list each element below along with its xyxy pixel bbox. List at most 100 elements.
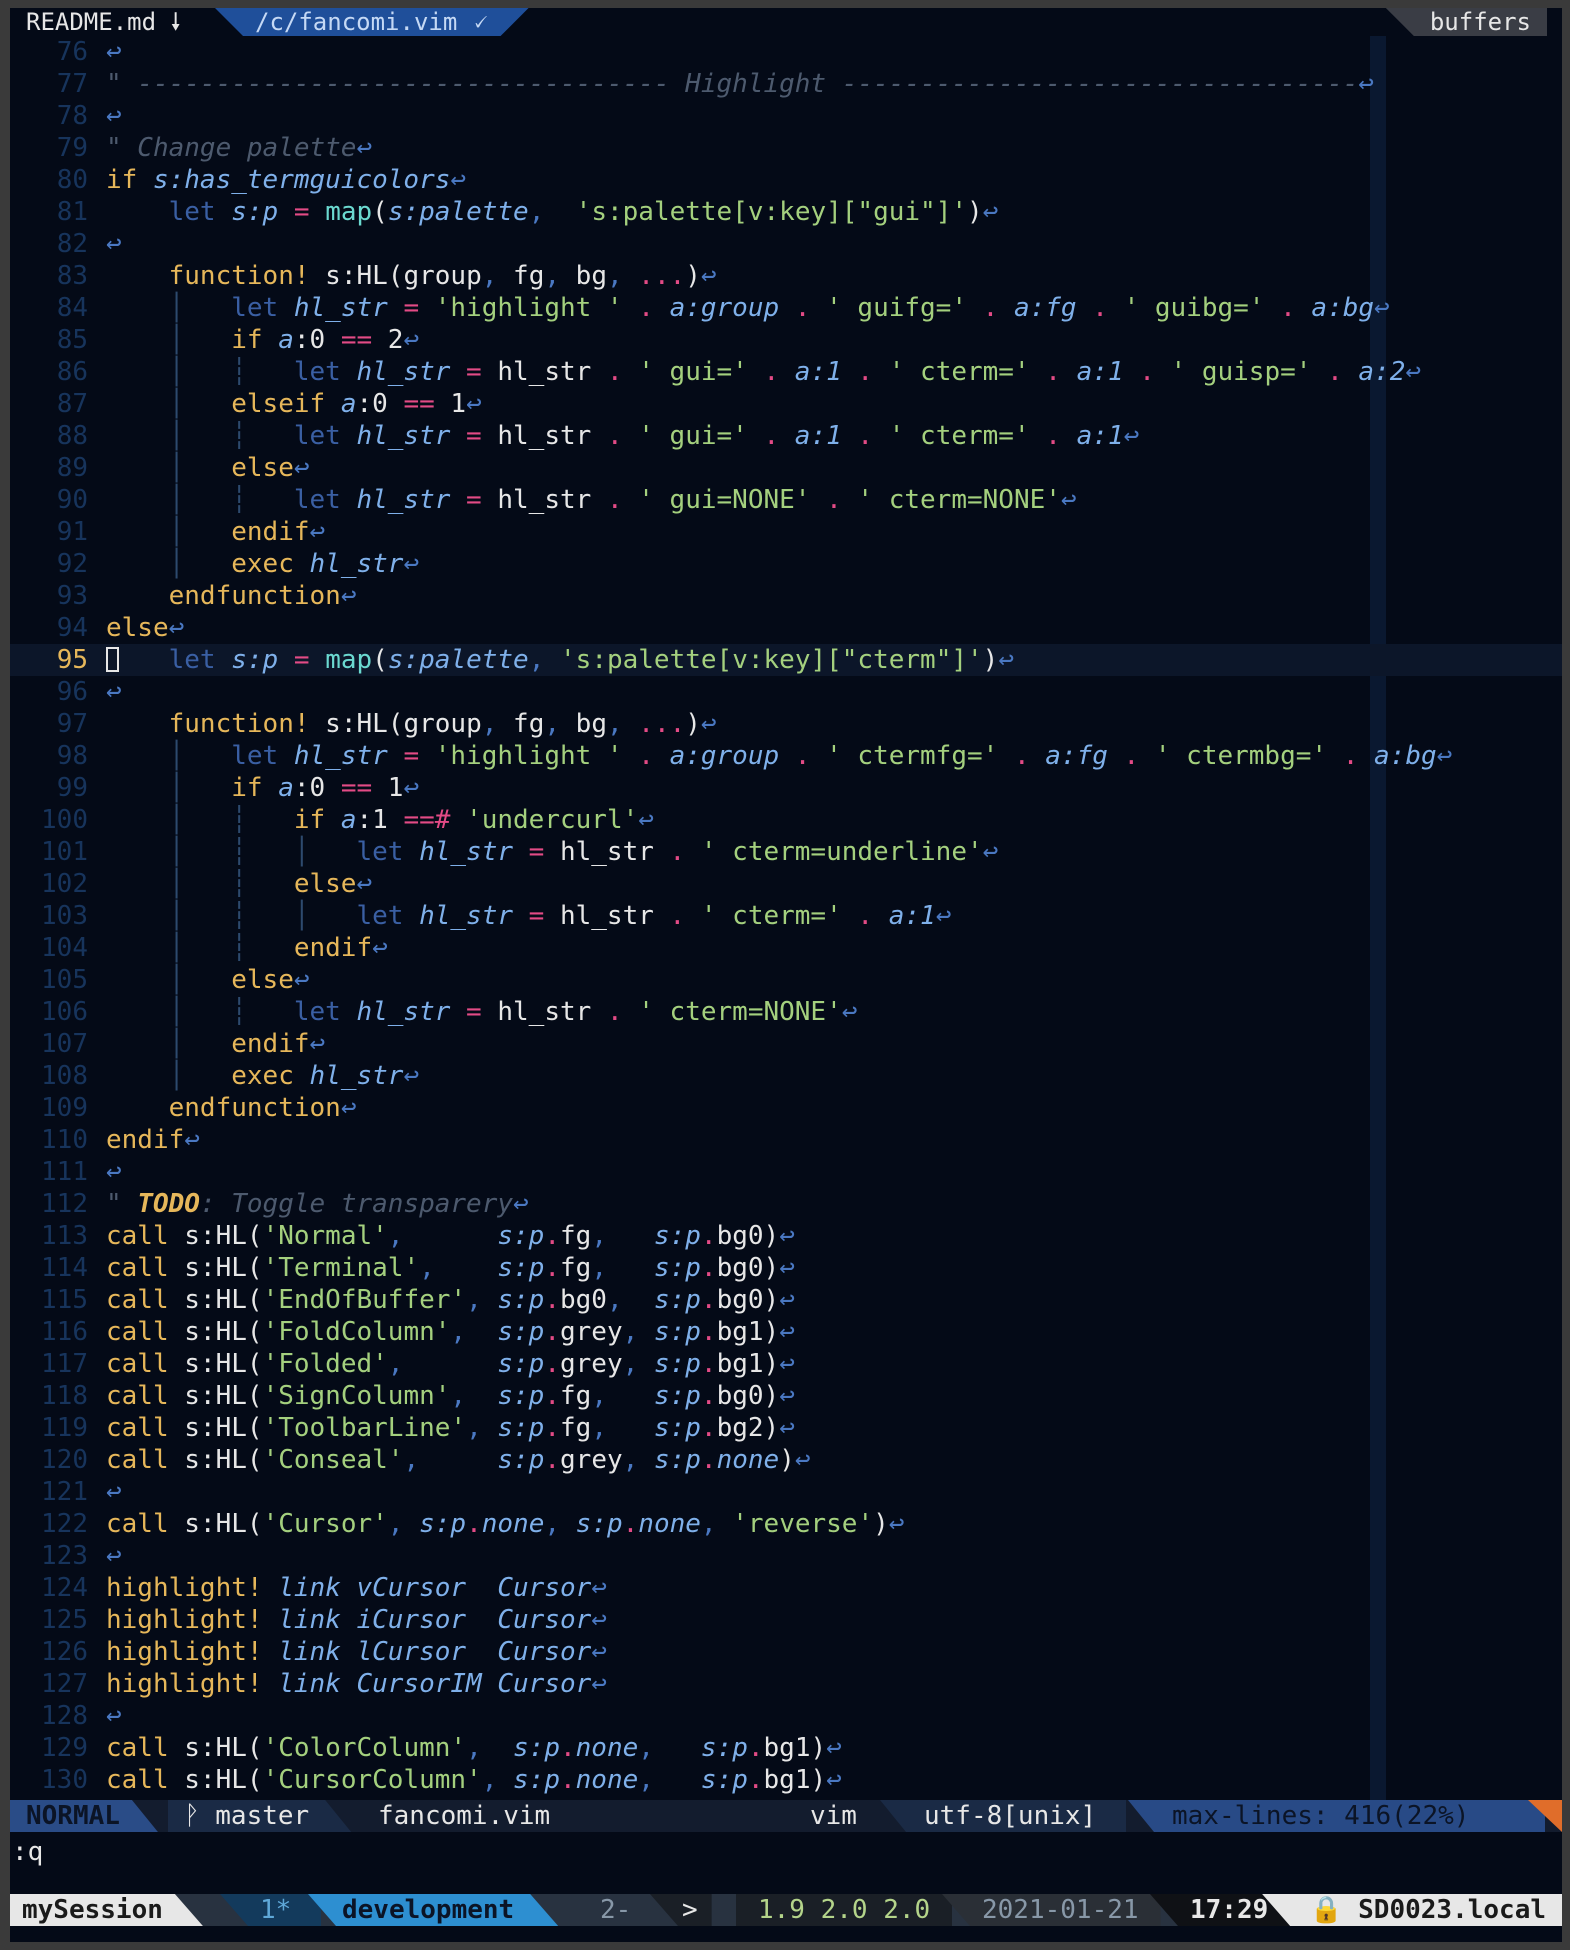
- code-token: ↩: [106, 101, 122, 131]
- tmux-window-other[interactable]: 2-: [600, 1894, 631, 1926]
- code-line[interactable]: 117 call s:HL('Folded', s:p.grey, s:p.bg1…: [10, 1348, 1562, 1380]
- code-token: call: [106, 1349, 185, 1379]
- code-line[interactable]: 99 │ if a:0 == 1↩: [10, 772, 1562, 804]
- buffers-label[interactable]: buffers: [1385, 8, 1547, 36]
- code-line[interactable]: 100 │ ┆ if a:1 ==# 'undercurl'↩: [10, 804, 1562, 836]
- code-line[interactable]: 104 │ ┆ endif↩: [10, 932, 1562, 964]
- line-number: 99: [56, 773, 88, 803]
- code-line[interactable]: 108 │ exec hl_str↩: [10, 1060, 1562, 1092]
- code-line[interactable]: 126 highlight! link lCursor Cursor↩: [10, 1636, 1562, 1668]
- code-line[interactable]: 102 │ ┆ else↩: [10, 868, 1562, 900]
- code-line[interactable]: 76 ↩: [10, 36, 1562, 68]
- code-line[interactable]: 112 " TODO: Toggle transparery↩: [10, 1188, 1562, 1220]
- code-line[interactable]: 106 │ ┆ let hl_str = hl_str . ' cterm=NO…: [10, 996, 1562, 1028]
- code-token: bg0: [560, 1285, 607, 1315]
- code-line[interactable]: 115 call s:HL('EndOfBuffer', s:p.bg0, s:p…: [10, 1284, 1562, 1316]
- code-token: (: [372, 197, 388, 227]
- code-token: .: [544, 1445, 561, 1475]
- tmux-window-index[interactable]: 1*: [220, 1894, 322, 1926]
- code-line[interactable]: 123 ↩: [10, 1540, 1562, 1572]
- code-line[interactable]: 121 ↩: [10, 1476, 1562, 1508]
- code-line[interactable]: 109 endfunction↩: [10, 1092, 1562, 1124]
- code-line-current[interactable]: 95 let s:p = map(s:palette, 's:palette[v…: [10, 644, 1562, 676]
- mode-indicator: NORMAL: [10, 1800, 158, 1832]
- code-token: hl_str: [481, 421, 607, 451]
- code-line[interactable]: 88 │ ┆ let hl_str = hl_str . ' gui=' . a…: [10, 420, 1562, 452]
- code-line[interactable]: 80 if s:has_termguicolors↩: [10, 164, 1562, 196]
- code-line[interactable]: 84 │ let hl_str = 'highlight ' . a:group…: [10, 292, 1562, 324]
- code-line[interactable]: 85 │ if a:0 == 2↩: [10, 324, 1562, 356]
- code-token: ,: [481, 261, 514, 291]
- code-line[interactable]: 96 ↩: [10, 676, 1562, 708]
- code-line[interactable]: 107 │ endif↩: [10, 1028, 1562, 1060]
- code-line[interactable]: 114 call s:HL('Terminal', s:p.fg, s:p.bg0…: [10, 1252, 1562, 1284]
- code-line[interactable]: 128 ↩: [10, 1700, 1562, 1732]
- code-line[interactable]: 120 call s:HL('Conseal', s:p.grey, s:p.no…: [10, 1444, 1562, 1476]
- code-line[interactable]: 89 │ else↩: [10, 452, 1562, 484]
- code-text: " Change palette↩: [106, 132, 372, 164]
- code-line[interactable]: 110 endif↩: [10, 1124, 1562, 1156]
- code-line[interactable]: 127 highlight! link CursorIM Cursor↩: [10, 1668, 1562, 1700]
- code-token: ↩: [372, 933, 388, 963]
- tab-readme[interactable]: README.md 🠗: [10, 8, 197, 36]
- code-token: hl_str: [293, 293, 388, 323]
- code-line[interactable]: 113 call s:HL('Normal', s:p.fg, s:p.bg0)↩: [10, 1220, 1562, 1252]
- code-line[interactable]: 83 function! s:HL(group, fg, bg, ...)↩: [10, 260, 1562, 292]
- code-line[interactable]: 77 " ---------------------------------- H…: [10, 68, 1562, 100]
- code-token: 'FoldColumn': [262, 1317, 451, 1347]
- code-token: a: [340, 389, 357, 419]
- code-line[interactable]: 129 call s:HL('ColorColumn', s:p.none, s:…: [10, 1732, 1562, 1764]
- code-line[interactable]: 103 │ ┆ │ let hl_str = hl_str . ' cterm=…: [10, 900, 1562, 932]
- code-token: ↩: [982, 197, 999, 227]
- code-token: ↩: [106, 677, 122, 707]
- code-token: ↩: [403, 549, 420, 579]
- code-line[interactable]: 101 │ ┆ │ let hl_str = hl_str . ' cterm=…: [10, 836, 1562, 868]
- code-line[interactable]: 116 call s:HL('FoldColumn', s:p.grey, s:p…: [10, 1316, 1562, 1348]
- code-line[interactable]: 94 else↩: [10, 612, 1562, 644]
- code-token: .: [669, 901, 686, 931]
- code-text: " ---------------------------------- Hig…: [106, 68, 1374, 100]
- code-line[interactable]: 81 let s:p = map(s:palette, 's:palette[v…: [10, 196, 1562, 228]
- code-line[interactable]: 87 │ elseif a:0 == 1↩: [10, 388, 1562, 420]
- code-line[interactable]: 86 │ ┆ let hl_str = hl_str . ' gui=' . a…: [10, 356, 1562, 388]
- code-line[interactable]: 122 call s:HL('Cursor', s:p.none, s:p.non…: [10, 1508, 1562, 1540]
- code-line[interactable]: 90 │ ┆ let hl_str = hl_str . ' gui=NONE'…: [10, 484, 1562, 516]
- code-line[interactable]: 97 function! s:HL(group, fg, bg, ...)↩: [10, 708, 1562, 740]
- code-line[interactable]: 119 call s:HL('ToolbarLine', s:p.fg, s:p.…: [10, 1412, 1562, 1444]
- editor-buffer[interactable]: 76 ↩ 77 " ---------------------------------…: [10, 36, 1562, 1800]
- code-token: :0: [293, 773, 341, 803]
- code-line[interactable]: 124 highlight! link vCursor Cursor↩: [10, 1572, 1562, 1604]
- code-token: none: [481, 1509, 545, 1539]
- code-line[interactable]: 78 ↩: [10, 100, 1562, 132]
- code-line[interactable]: 111 ↩: [10, 1156, 1562, 1188]
- code-line[interactable]: 130 call s:HL('CursorColumn', s:p.none, s…: [10, 1764, 1562, 1796]
- code-line[interactable]: 79 " Change palette↩: [10, 132, 1562, 164]
- code-token: hl_str: [293, 741, 388, 771]
- code-token: ,: [481, 1765, 498, 1795]
- code-token: 1: [372, 773, 404, 803]
- code-line[interactable]: 125 highlight! link iCursor Cursor↩: [10, 1604, 1562, 1636]
- code-line[interactable]: 118 call s:HL('SignColumn', s:p.fg, s:p.b…: [10, 1380, 1562, 1412]
- line-number: 84: [56, 293, 88, 323]
- code-text: │ exec hl_str↩: [106, 548, 419, 580]
- command-line[interactable]: :q: [10, 1832, 1562, 1867]
- tab-fancomi[interactable]: /c/fancomi.vim 🗸: [215, 8, 529, 36]
- code-token: ↩: [403, 325, 420, 355]
- code-line[interactable]: 91 │ endif↩: [10, 516, 1562, 548]
- tmux-window-name[interactable]: development: [308, 1894, 558, 1926]
- code-line[interactable]: 98 │ let hl_str = 'highlight ' . a:group…: [10, 740, 1562, 772]
- code-text: " TODO: Toggle transparery↩: [106, 1188, 529, 1220]
- tmux-session[interactable]: mySession: [10, 1894, 203, 1926]
- code-line[interactable]: 105 │ else↩: [10, 964, 1562, 996]
- code-line[interactable]: 82 ↩: [10, 228, 1562, 260]
- code-line[interactable]: 93 endfunction↩: [10, 580, 1562, 612]
- code-line[interactable]: 92 │ exec hl_str↩: [10, 548, 1562, 580]
- line-number: 81: [56, 197, 88, 227]
